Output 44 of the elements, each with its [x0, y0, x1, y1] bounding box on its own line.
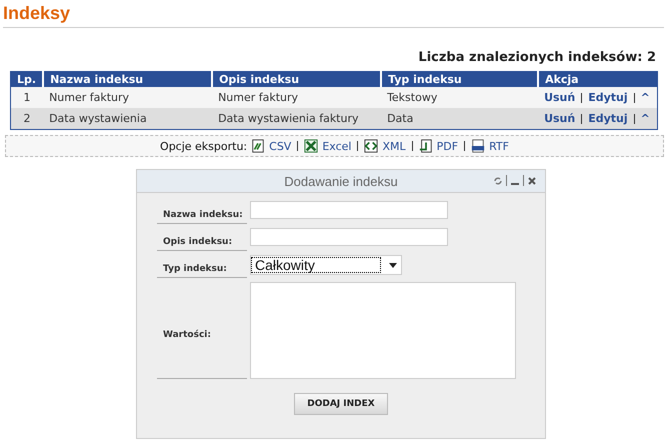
export-link[interactable]: RTF: [489, 140, 509, 152]
action-link[interactable]: Edytuj: [588, 112, 628, 125]
table-cell: Data: [381, 108, 538, 130]
action-link[interactable]: ^: [640, 91, 650, 104]
table-cell: Data wystawienia faktury: [212, 108, 382, 130]
field-label: Nazwa indeksu:: [157, 201, 247, 224]
table-cell: 1: [10, 87, 44, 108]
column-header: Typ indeksu: [381, 72, 538, 87]
export-link[interactable]: Excel: [322, 140, 352, 152]
field-label: Opis indeksu:: [157, 228, 247, 251]
document-icon[interactable]: [471, 139, 486, 153]
export-label: Opcje eksportu:: [160, 140, 248, 152]
close-icon[interactable]: [527, 176, 537, 186]
table-cell: Numer faktury: [212, 87, 382, 108]
type-dropdown[interactable]: Całkowity: [250, 255, 402, 275]
export-link[interactable]: XML: [382, 140, 406, 152]
field-label: Wartości:: [157, 282, 247, 379]
dropdown-arrow-icon: [389, 262, 397, 268]
table-cell: Numer faktury: [43, 87, 212, 108]
table-cell: 2: [10, 108, 44, 130]
action-link[interactable]: Usuń: [544, 91, 576, 104]
column-header: Opis indeksu: [212, 72, 382, 87]
action-link[interactable]: Edytuj: [588, 91, 628, 104]
input-field[interactable]: [250, 201, 448, 219]
field-label: Typ indeksu:: [157, 255, 247, 278]
action-link[interactable]: Usuń: [544, 112, 576, 125]
page-title: Indeksy: [3, 4, 664, 28]
export-link[interactable]: PDF: [436, 140, 458, 152]
export-link[interactable]: CSV: [269, 140, 292, 152]
column-header: Akcja: [538, 72, 658, 87]
action-link[interactable]: ^: [640, 112, 650, 125]
table-cell: Data wystawienia: [43, 108, 212, 130]
code-file-icon[interactable]: [364, 139, 378, 153]
document-icon[interactable]: [418, 139, 433, 153]
column-header: Nazwa indeksu: [43, 72, 212, 87]
refresh-icon[interactable]: [493, 176, 503, 186]
add-index-button[interactable]: DODAJ INDEX: [294, 393, 388, 415]
result-count: Liczba znalezionych indeksów: 2: [418, 50, 656, 65]
spreadsheet-icon[interactable]: [304, 139, 318, 153]
column-header: Lp.: [10, 72, 44, 87]
csv-file-icon[interactable]: [251, 139, 266, 153]
table-cell: Tekstowy: [381, 87, 538, 108]
dialog-title: Dodawanie indeksu: [284, 174, 398, 188]
input-field[interactable]: [250, 228, 448, 246]
